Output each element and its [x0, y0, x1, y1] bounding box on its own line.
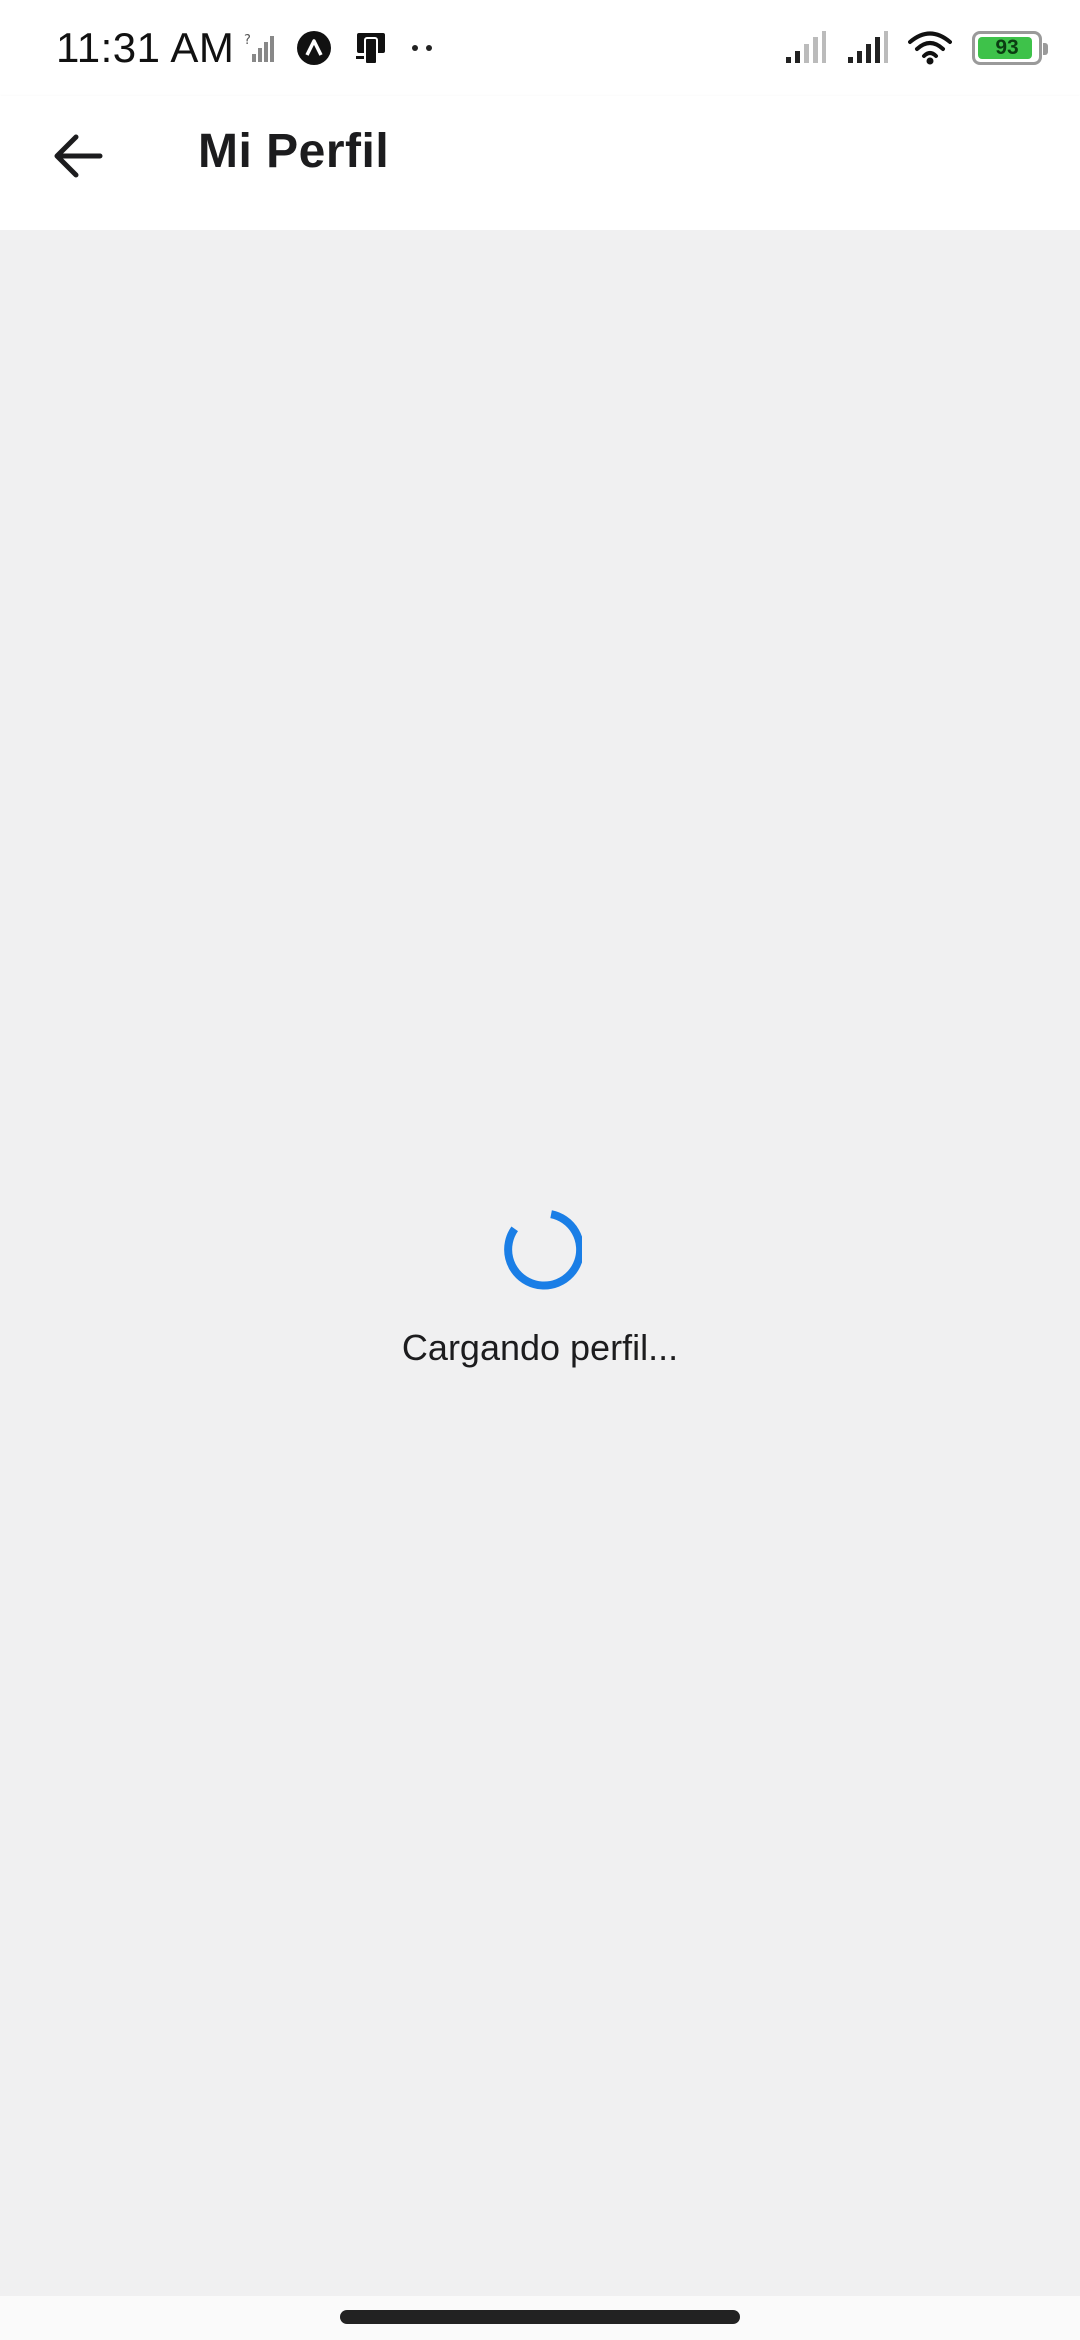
status-bar: 11:31 AM ? 93 — [0, 0, 1080, 96]
status-time: 11:31 AM — [56, 24, 235, 71]
arrow-left-icon — [54, 134, 103, 178]
back-button[interactable] — [38, 116, 118, 196]
wifi-icon — [908, 31, 952, 65]
signal-bars-icon — [784, 31, 826, 65]
app-bar: Mi Perfil — [0, 96, 1080, 230]
status-notification-icons: ? — [244, 26, 456, 70]
gesture-nav-area — [0, 2296, 1080, 2340]
battery-indicator: 93 — [972, 31, 1048, 65]
battery-level: 93 — [995, 36, 1019, 59]
no-sim-signal-icon: ? — [244, 32, 274, 64]
battery-cap — [1043, 43, 1048, 55]
loading-text: Cargando perfil... — [401, 1327, 679, 1368]
home-indicator[interactable] — [340, 2310, 740, 2324]
page-title: Mi Perfil — [198, 125, 390, 178]
app-notification-icon — [296, 30, 332, 66]
status-system-icons: 93 — [764, 26, 1048, 70]
svg-text:?: ? — [244, 33, 251, 48]
device-notification-icon — [354, 30, 388, 66]
more-notifications-icon — [410, 43, 434, 53]
signal-bars-icon — [846, 31, 888, 65]
loading-spinner — [504, 1210, 582, 1290]
